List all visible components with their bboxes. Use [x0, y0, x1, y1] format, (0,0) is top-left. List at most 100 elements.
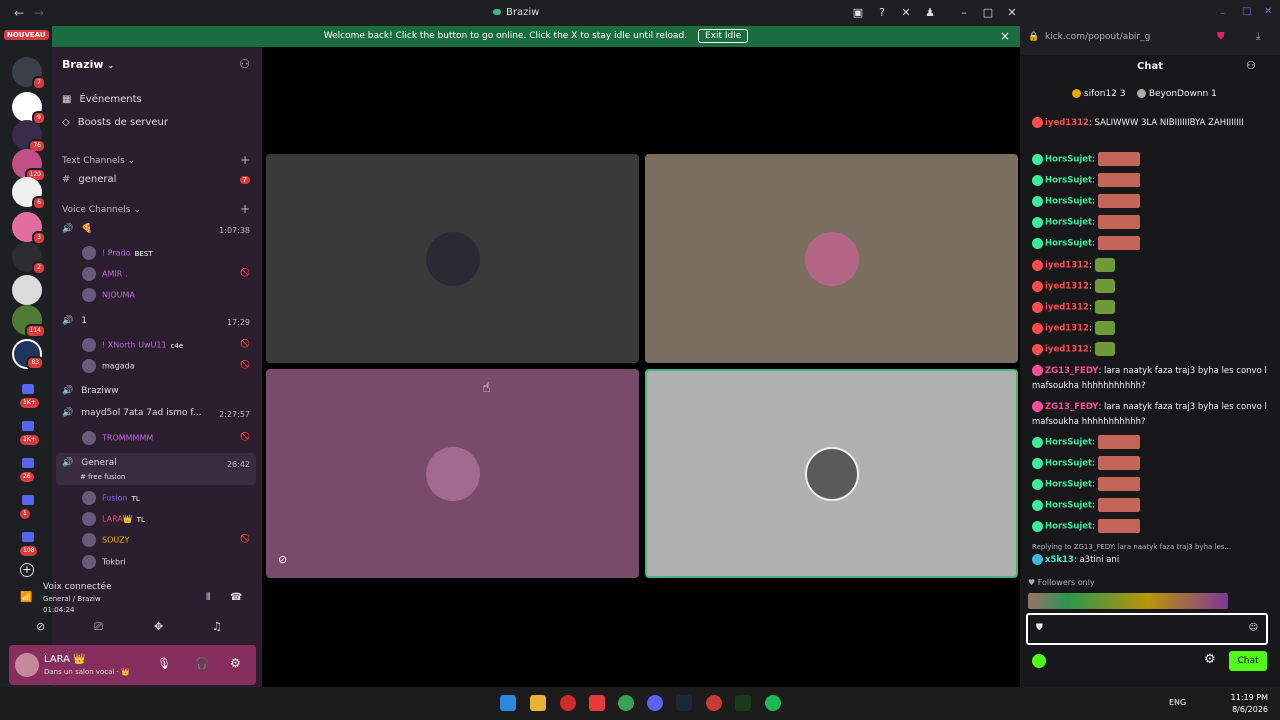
channel-general[interactable]: # general — [62, 174, 116, 185]
server-icon-2[interactable]: 9 — [12, 92, 46, 125]
windows-start-icon[interactable] — [500, 695, 516, 711]
disconnect-icon[interactable]: ☎ — [230, 592, 242, 603]
voice-channel[interactable]: 🔊 Braziww — [62, 386, 119, 396]
voice-user[interactable]: Fusion TL — [82, 491, 140, 505]
server-icon-8[interactable] — [12, 275, 42, 305]
discord-icon[interactable] — [647, 695, 663, 711]
emoji-icon[interactable]: ☺ — [1249, 623, 1258, 633]
voice-channel[interactable]: 🔊 1 — [62, 316, 87, 326]
voice-user[interactable]: ! XNorth UwU11 c4e — [82, 338, 183, 352]
boosts-link[interactable]: ◇ Boosts de serveur — [62, 117, 168, 128]
invite-icon[interactable]: ⚇ — [239, 57, 250, 71]
voice-channels-category[interactable]: Voice Channels ⌄ — [62, 205, 141, 215]
minimize-icon[interactable]: – — [1220, 8, 1225, 19]
voice-user[interactable]: ! Prado BEST — [82, 246, 153, 260]
chat-username[interactable]: iyed1312 — [1045, 303, 1089, 313]
chat-username[interactable]: HorsSujet — [1045, 522, 1092, 532]
opera-icon[interactable] — [560, 695, 576, 711]
voice-user[interactable]: AMIR . — [82, 267, 127, 281]
exit-idle-button[interactable]: Exit Idle — [697, 29, 749, 43]
chat-username[interactable]: iyed1312 — [1045, 324, 1089, 334]
download-icon[interactable]: ⤓ — [1256, 31, 1260, 42]
participant-tile[interactable] — [266, 154, 639, 363]
chat-username[interactable]: HorsSujet — [1045, 480, 1092, 490]
server-icon-9[interactable]: 114 — [12, 305, 46, 338]
chat-username[interactable]: HorsSujet — [1045, 438, 1092, 448]
voice-user[interactable]: SOUZY — [82, 533, 129, 547]
settings-gear-icon[interactable]: ⚙ — [230, 656, 241, 670]
server-icon-5[interactable]: 6 — [12, 177, 46, 210]
close-window-icon[interactable]: ✕ — [1264, 6, 1272, 17]
chat-username[interactable]: iyed1312 — [1045, 118, 1089, 128]
add-voice-channel-icon[interactable]: + — [240, 202, 250, 216]
steam-icon[interactable] — [676, 695, 692, 711]
voice-user[interactable]: TROMMMMM — [82, 431, 153, 445]
voice-user[interactable]: Tokbri — [82, 555, 126, 569]
server-icon-7[interactable]: 2 — [12, 242, 46, 275]
folder-icon[interactable]: 1K+ — [20, 384, 39, 408]
add-server-button[interactable]: + — [20, 563, 34, 577]
language-indicator[interactable]: ENG — [1169, 698, 1186, 707]
tools-icon[interactable]: ✕ — [899, 6, 913, 20]
maximize-icon[interactable]: □ — [981, 6, 995, 20]
server-icon-10[interactable]: 83 — [12, 339, 44, 370]
maximize-icon[interactable]: □ — [1242, 6, 1251, 17]
chat-username[interactable]: HorsSujet — [1045, 197, 1092, 207]
chat-username[interactable]: HorsSujet — [1045, 239, 1092, 249]
headphones-icon[interactable]: 🎧 — [195, 657, 209, 670]
participant-tile[interactable]: ⊘ — [266, 369, 639, 578]
voice-channel-active[interactable]: 🔊 General — [62, 458, 117, 468]
back-arrow-icon[interactable]: ← — [14, 6, 24, 20]
top-chatter[interactable]: BeyonDownn 1 — [1149, 89, 1217, 99]
users-icon[interactable]: ⚇ — [1246, 59, 1256, 72]
chrome-icon[interactable] — [618, 695, 634, 711]
extension-shield-icon[interactable]: ⛊ — [1217, 31, 1225, 42]
server-name-header[interactable]: Braziw ⌄ — [62, 58, 114, 71]
voice-user[interactable]: LARA👑 TL — [82, 512, 145, 526]
system-clock[interactable]: 11:19 PM 8/6/2026 — [1231, 692, 1268, 716]
events-link[interactable]: ▦ Événements — [62, 94, 142, 105]
help-icon[interactable]: ? — [875, 6, 889, 20]
chat-username[interactable]: HorsSujet — [1045, 176, 1092, 186]
close-window-icon[interactable]: ✕ — [1005, 6, 1019, 20]
participant-tile-speaking[interactable] — [645, 369, 1018, 578]
folder-icon[interactable]: 1K+ — [20, 421, 39, 445]
mascot-icon[interactable]: ♟ — [923, 6, 937, 20]
wps-icon[interactable] — [589, 695, 605, 711]
activities-icon[interactable]: ✥ — [154, 620, 163, 633]
folder-icon[interactable]: 108 — [20, 532, 38, 556]
folder-icon[interactable]: 1 — [20, 495, 34, 519]
spotify-icon[interactable] — [765, 695, 781, 711]
participant-tile[interactable] — [645, 154, 1018, 363]
folder-icon[interactable]: 26 — [20, 458, 34, 482]
server-icon-4[interactable]: 120 — [12, 149, 46, 182]
chat-username[interactable]: ZG13_FEDY — [1045, 366, 1098, 376]
top-chatter[interactable]: sifon12 3 — [1084, 89, 1126, 99]
emote-picker-icon[interactable]: ⛊ — [1036, 623, 1043, 633]
chat-username[interactable]: HorsSujet — [1045, 155, 1092, 165]
voice-channel[interactable]: 🔊 🍕 — [62, 224, 92, 234]
banner-close-icon[interactable]: × — [1000, 26, 1010, 47]
editor-icon[interactable] — [735, 695, 751, 711]
add-text-channel-icon[interactable]: + — [240, 153, 250, 167]
chat-username[interactable]: iyed1312 — [1045, 345, 1089, 355]
chat-username[interactable]: HorsSujet — [1045, 459, 1092, 469]
inbox-icon[interactable]: ▣ — [851, 6, 865, 20]
soundboard-icon[interactable]: ♫ — [212, 620, 222, 633]
chat-username[interactable]: iyed1312 — [1045, 261, 1089, 271]
chat-username[interactable]: iyed1312 — [1045, 282, 1089, 292]
voice-channel[interactable]: 🔊 mayd5ol 7ata 7ad ismo f... — [62, 408, 202, 418]
text-channels-category[interactable]: Text Channels ⌄ — [62, 156, 135, 166]
emote-bar[interactable] — [1028, 593, 1228, 609]
server-icon-3[interactable]: 76 — [12, 120, 46, 153]
chat-username[interactable]: HorsSujet — [1045, 218, 1092, 228]
address-bar[interactable]: kick.com/popout/abir_g — [1045, 32, 1150, 42]
voice-user[interactable]: NJOUMA — [82, 288, 135, 302]
camera-off-icon[interactable]: ⊘ — [36, 620, 45, 633]
send-chat-button[interactable]: Chat — [1229, 651, 1267, 671]
chat-username[interactable]: x5k13 — [1045, 555, 1074, 565]
forward-arrow-icon[interactable]: → — [34, 6, 44, 20]
opera-gx-icon[interactable] — [706, 695, 722, 711]
file-explorer-icon[interactable] — [530, 695, 546, 711]
microphone-icon[interactable]: 🎙 — [157, 657, 171, 670]
